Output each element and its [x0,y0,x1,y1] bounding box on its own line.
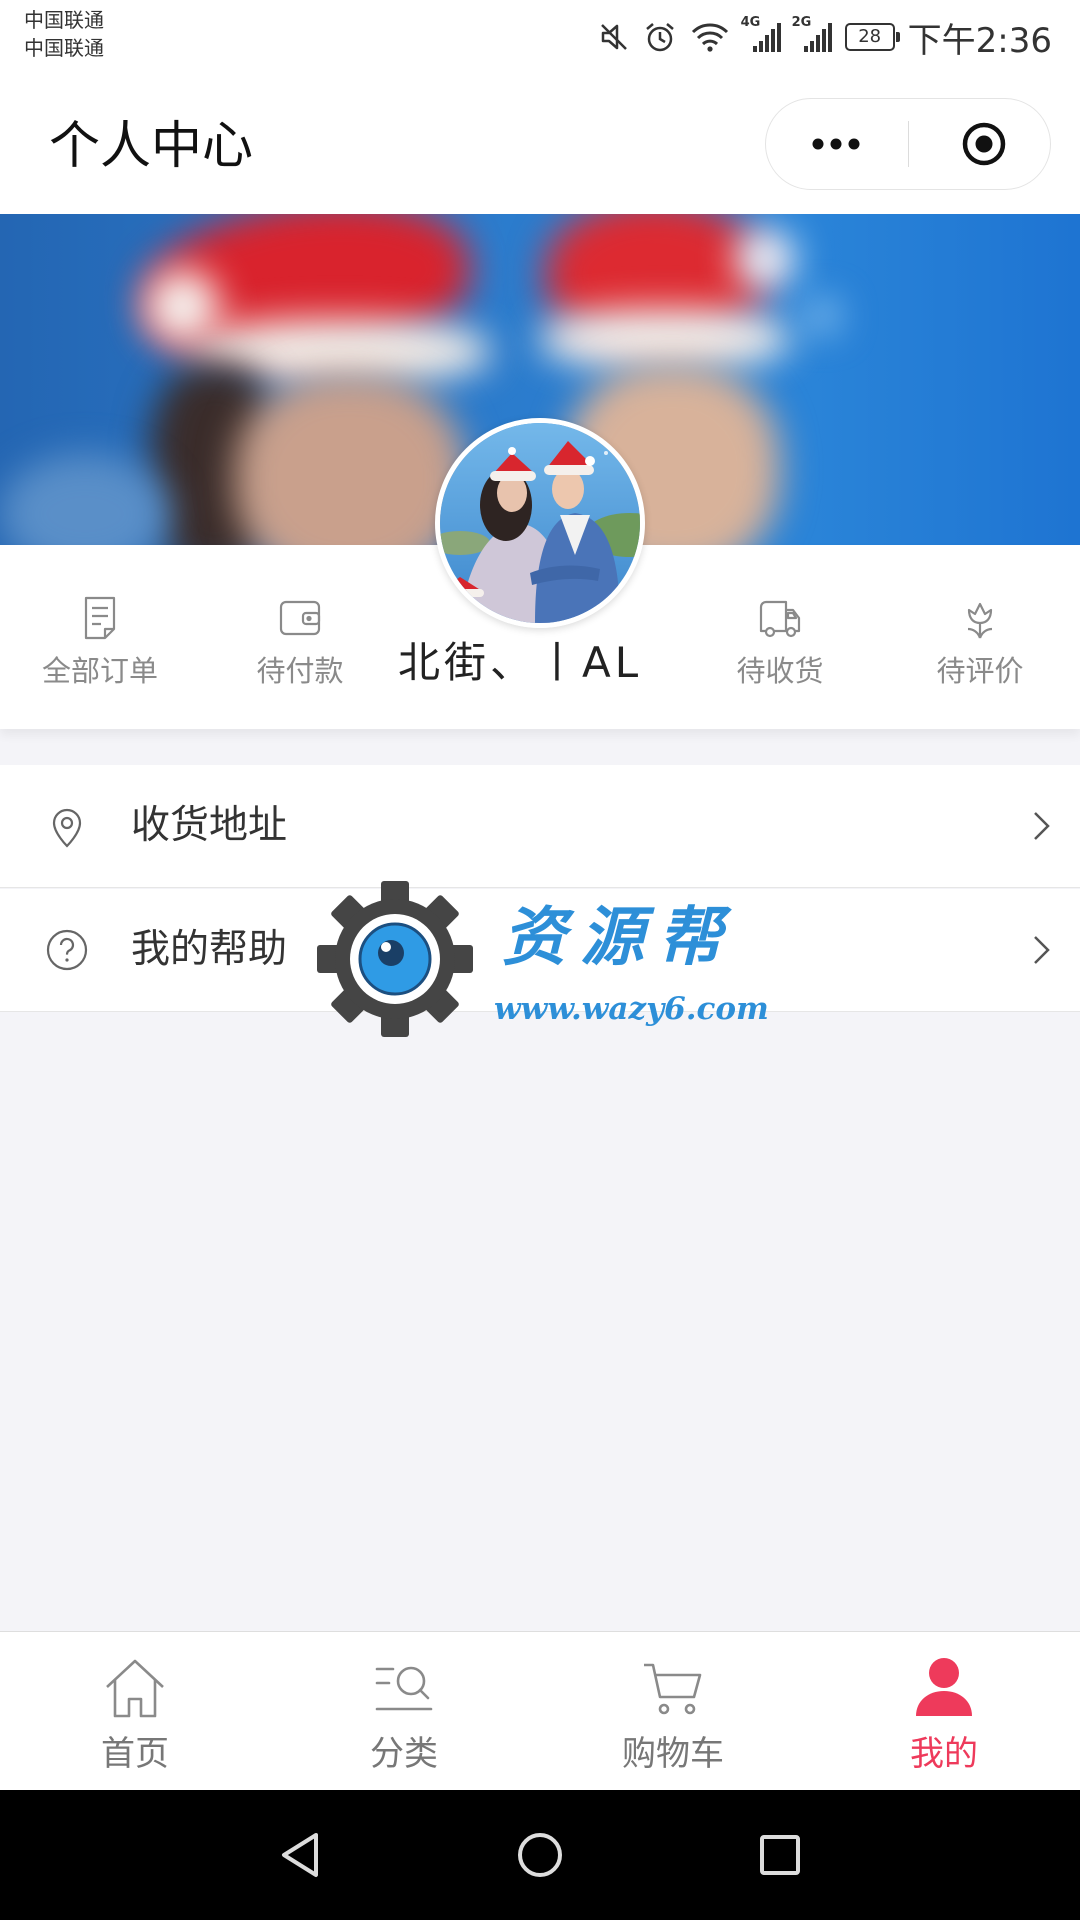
delivery-van-icon [755,593,805,643]
network-type-label: 4G [740,15,761,30]
person-icon [909,1653,979,1723]
order-item-label: 待收货 [736,654,824,688]
avatar[interactable] [435,418,645,628]
category-search-icon [369,1653,439,1723]
system-home-button[interactable] [510,1825,570,1885]
signal-icon: 4G [741,16,781,54]
status-indicators: 4G 2G 28 下午2:36 [598,12,1052,62]
mini-program-capsule [765,98,1051,190]
home-icon [100,1653,170,1723]
wifi-icon [690,21,730,53]
battery-level: 28 [858,26,882,47]
menu-item-label: 收货地址 [131,803,288,848]
menu-item-shipping-address[interactable]: 收货地址 [0,765,1080,888]
more-button[interactable] [806,99,866,189]
alarm-icon [643,20,677,54]
chevron-right-icon [1026,810,1056,842]
capsule-divider [908,121,909,167]
carrier-info: 中国联通 中国联通 [24,6,104,62]
carrier-name-1: 中国联通 [24,8,104,32]
tab-cart[interactable]: 购物车 [573,1632,773,1791]
order-pending-delivery-button[interactable]: 待收货 [690,545,870,729]
home-circle-icon [510,1825,570,1885]
order-pending-payment-button[interactable]: 待付款 [210,545,390,729]
back-icon [270,1825,330,1885]
bottom-tab-bar: 首页 分类 购物车 我的 [0,1631,1080,1791]
watermark-brand-name: 资源帮 [502,900,736,975]
tab-category[interactable]: 分类 [304,1632,504,1791]
signal-icon: 2G [792,16,832,54]
tab-label: 分类 [370,1734,438,1774]
order-pending-review-button[interactable]: 待评价 [890,545,1070,729]
order-item-label: 待付款 [256,654,344,688]
battery-icon: 28 [844,23,900,51]
top-bar: 中国联通 中国联通 4G 2G 28 下午2:36 个人中心 [0,0,1080,214]
order-item-label: 待评价 [936,654,1024,688]
tab-label: 购物车 [622,1734,724,1774]
tab-home[interactable]: 首页 [35,1632,235,1791]
system-navigation-bar [0,1790,1080,1920]
help-icon [45,928,89,972]
menu-item-label: 我的帮助 [131,927,288,972]
order-all-button[interactable]: 全部订单 [10,545,190,729]
user-nickname: 北街、丨AL [398,638,643,687]
network-type-label: 2G [791,15,812,30]
document-icon [75,593,125,643]
order-item-label: 全部订单 [41,654,158,688]
carrier-name-2: 中国联通 [24,36,104,60]
tulip-icon [955,593,1005,643]
tab-label: 首页 [101,1734,169,1774]
recents-icon [750,1825,810,1885]
close-mini-program-button[interactable] [954,99,1014,189]
tab-mine[interactable]: 我的 [844,1632,1044,1791]
watermark-gear-eye-logo [315,879,475,1039]
chevron-right-icon [1026,934,1056,966]
location-pin-icon [45,804,89,848]
watermark-url: www.wazy6.com [494,991,769,1027]
tab-label: 我的 [910,1734,978,1774]
mute-icon [598,21,630,53]
cart-icon [638,1653,708,1723]
system-recents-button[interactable] [750,1825,810,1885]
clock-time: 下午2:36 [907,20,1052,61]
wallet-icon [275,593,325,643]
page-title: 个人中心 [49,117,254,176]
system-back-button[interactable] [270,1825,330,1885]
